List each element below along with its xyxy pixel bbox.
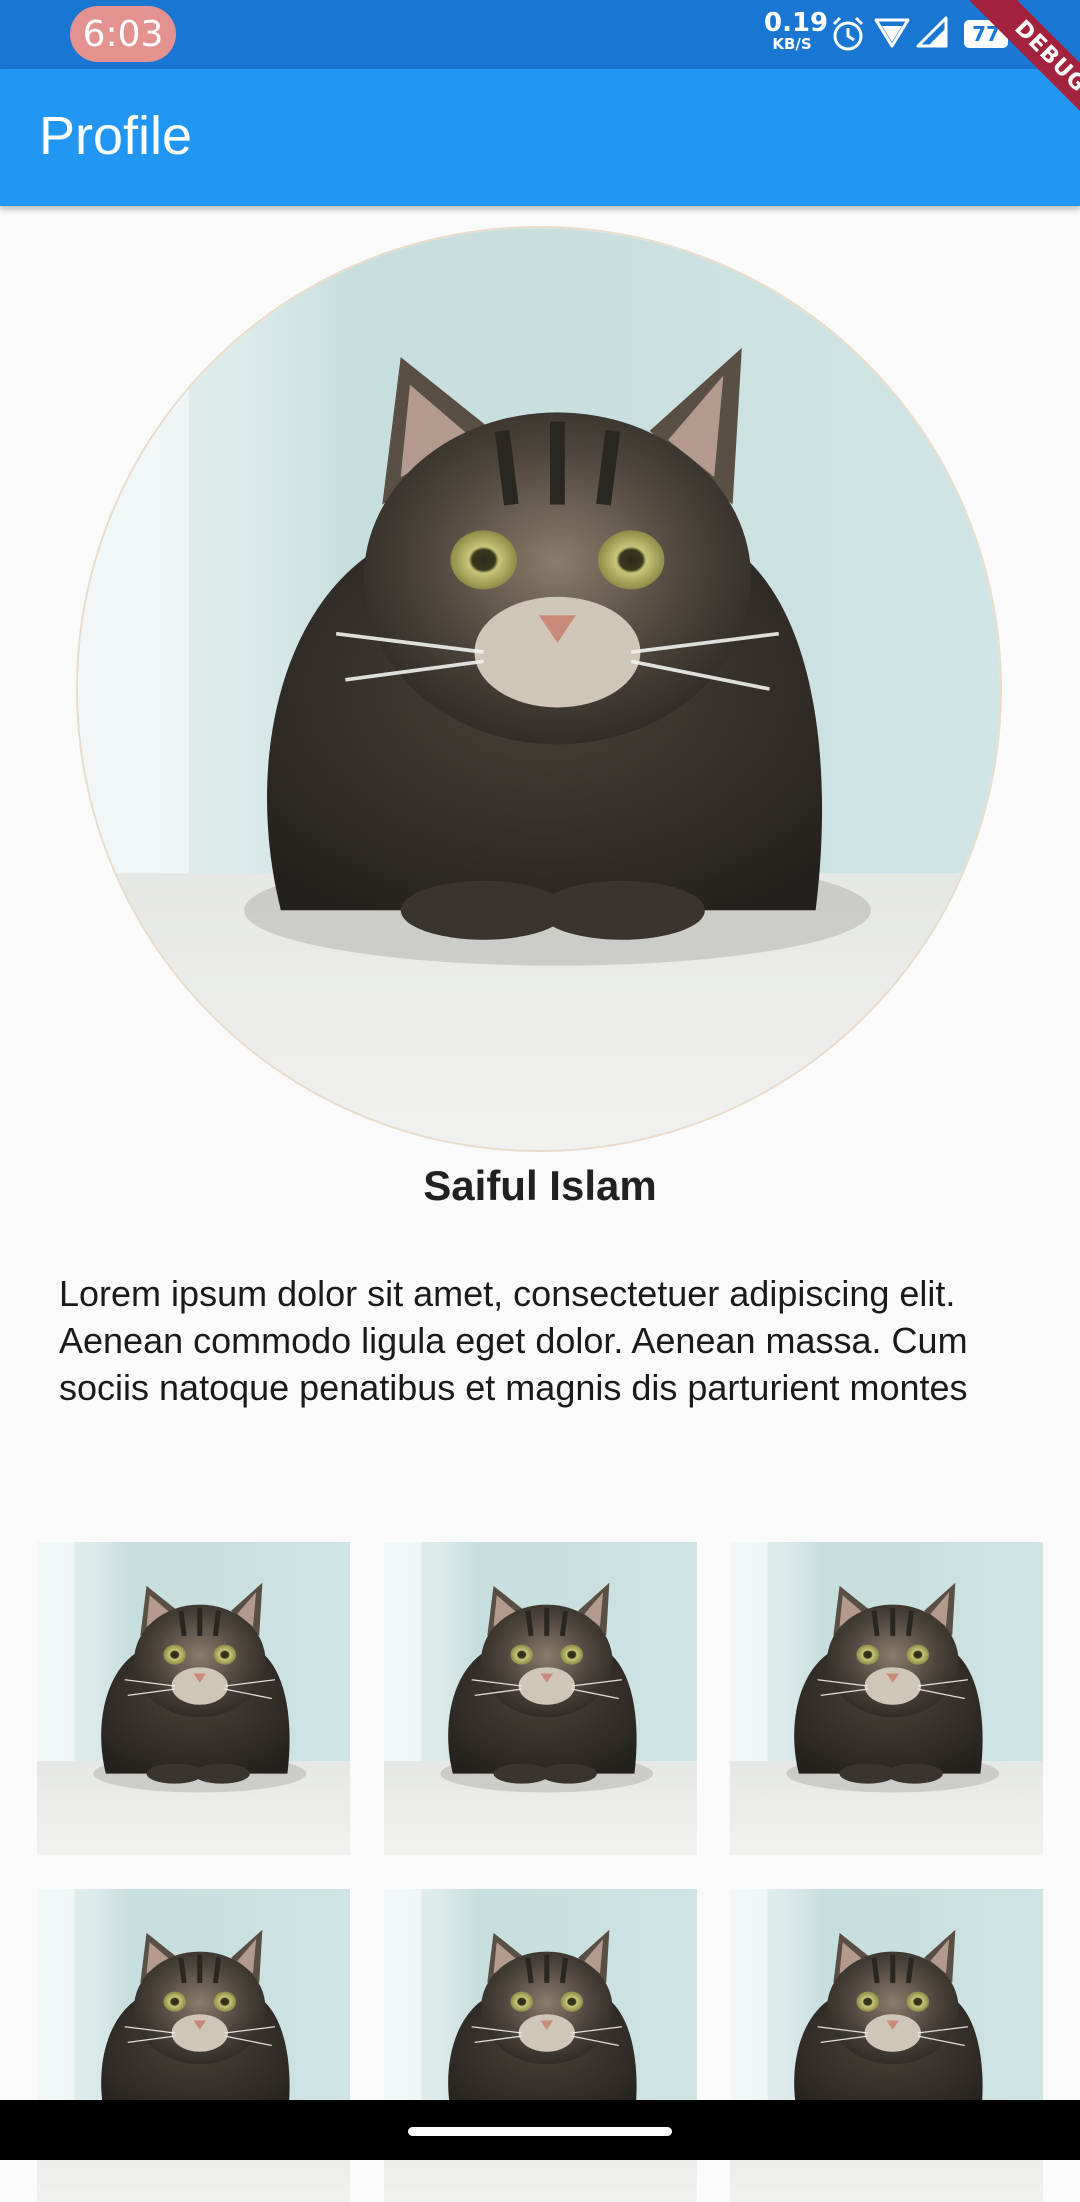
debug-banner: DEBUG bbox=[930, 0, 1080, 150]
status-bar: 6:03 0.19 KB/S 77 bbox=[0, 0, 1080, 69]
profile-avatar bbox=[76, 226, 1002, 1152]
network-speed-value: 0.19 bbox=[764, 8, 829, 38]
network-speed-unit: KB/S bbox=[772, 35, 812, 53]
page-title: Profile bbox=[39, 106, 193, 166]
cat-photo bbox=[78, 228, 1000, 1150]
gallery-image[interactable] bbox=[730, 1542, 1043, 1855]
gallery-image[interactable] bbox=[384, 1542, 697, 1855]
wifi-icon bbox=[874, 18, 910, 48]
clock-pill: 6:03 bbox=[70, 6, 176, 62]
profile-bio: Lorem ipsum dolor sit amet, consectetuer… bbox=[59, 1273, 968, 1408]
debug-ribbon-label: DEBUG bbox=[960, 0, 1080, 147]
network-speed: 0.19 KB/S bbox=[764, 8, 829, 53]
home-indicator[interactable] bbox=[408, 2127, 672, 2136]
alarm-icon bbox=[832, 16, 864, 51]
profile-name: Saiful Islam bbox=[423, 1162, 657, 1209]
clock-time: 6:03 bbox=[82, 13, 164, 55]
gallery-image[interactable] bbox=[37, 1542, 350, 1855]
app-bar: Profile bbox=[0, 69, 1080, 206]
